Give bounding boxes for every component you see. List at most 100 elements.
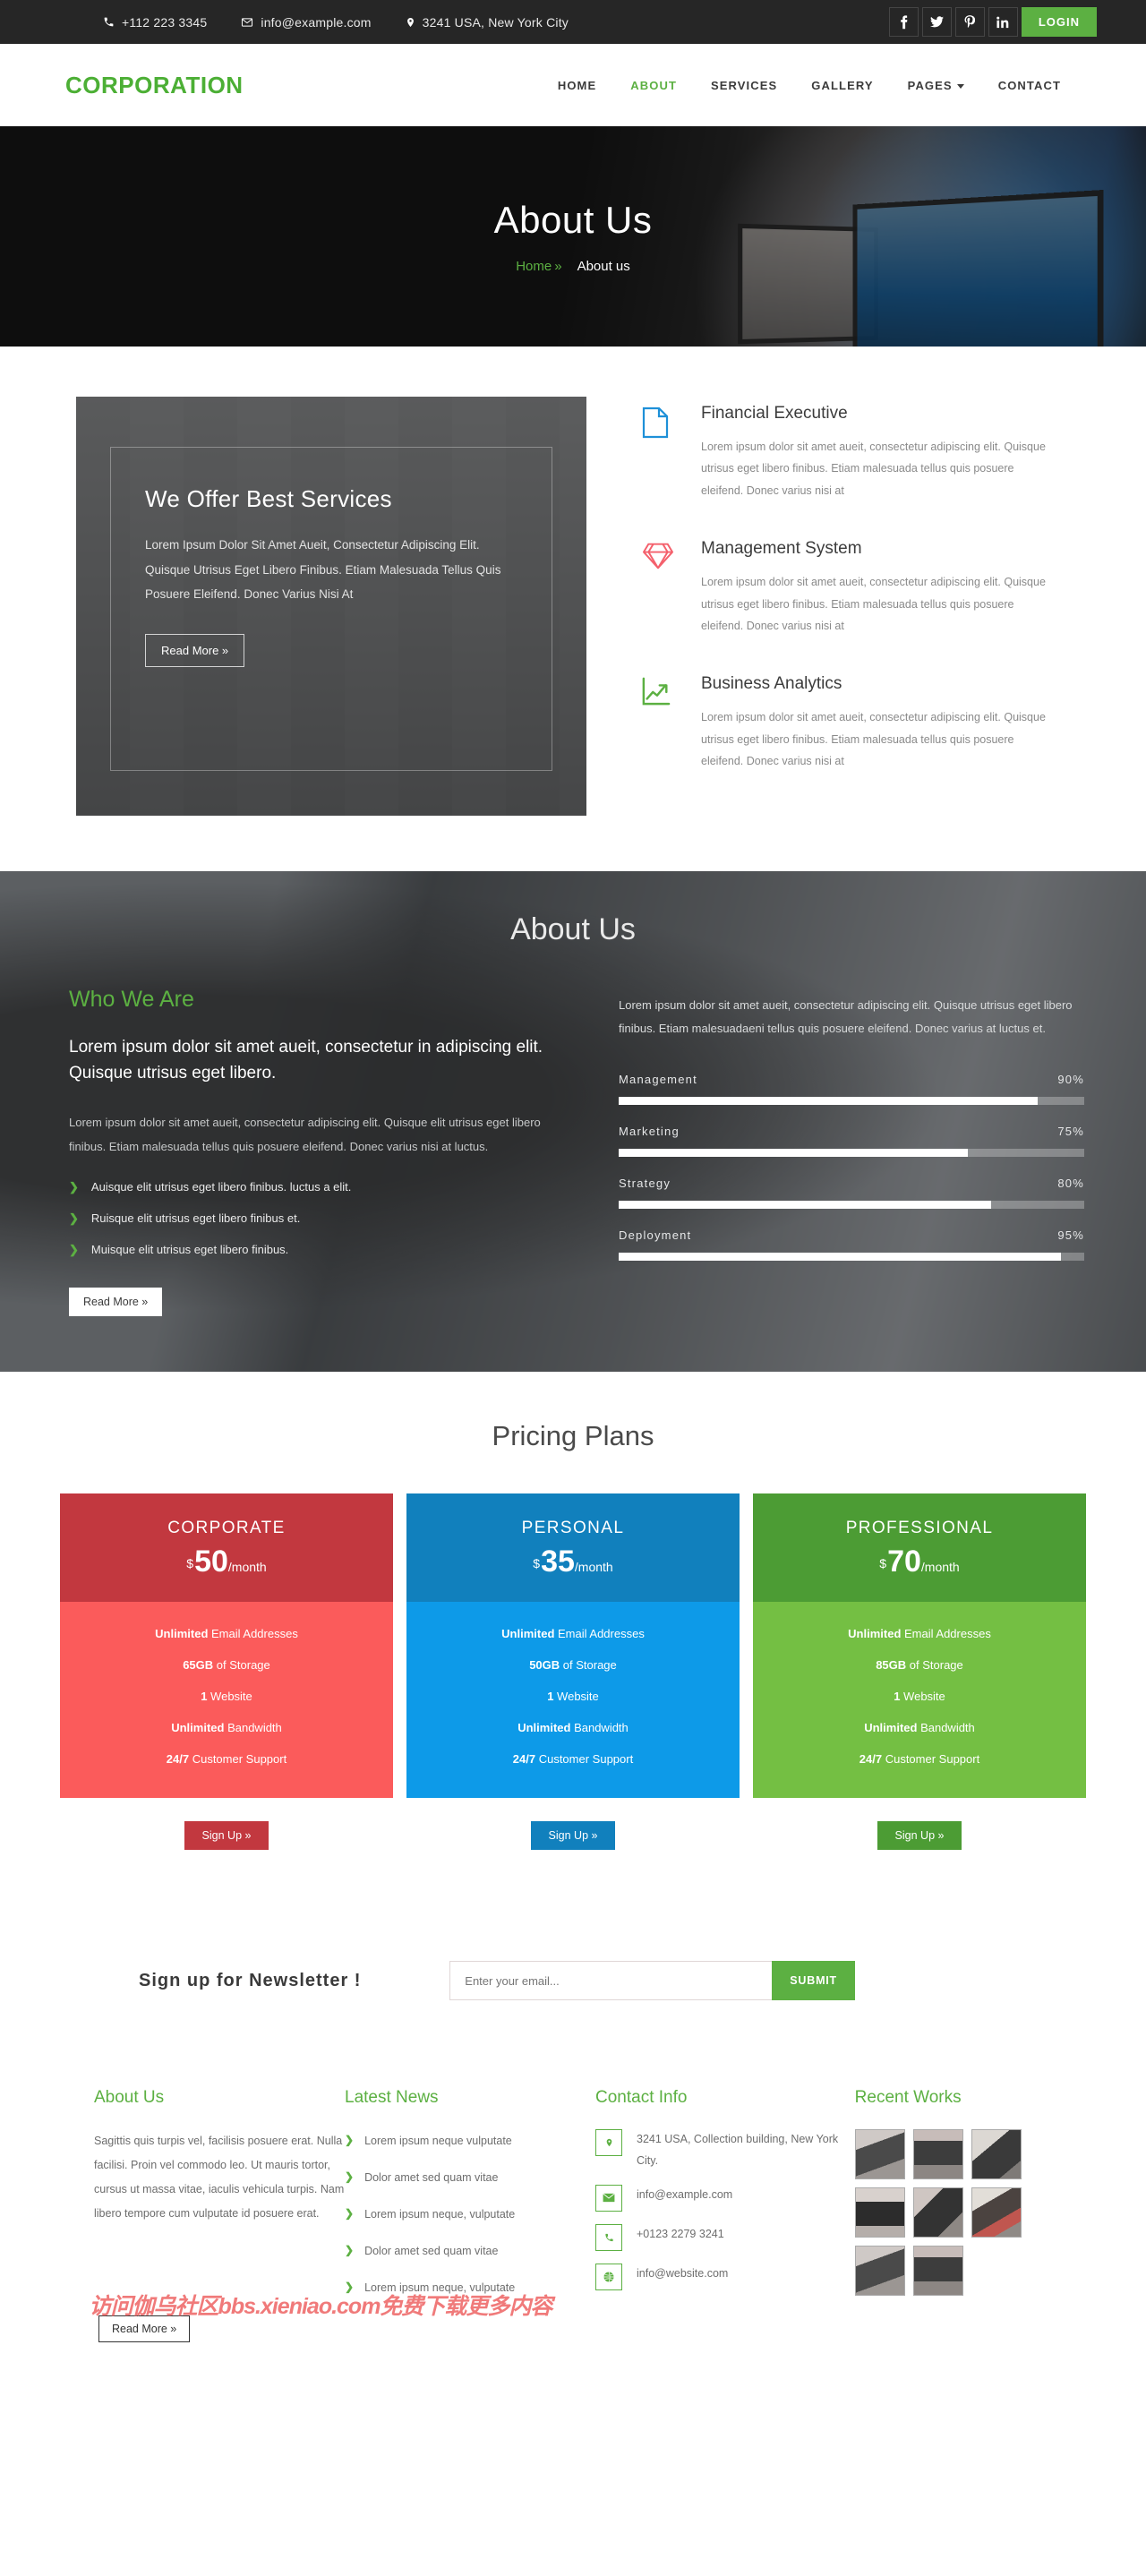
plan-signup-button[interactable]: Sign Up » — [877, 1821, 962, 1851]
newsletter-email-input[interactable] — [449, 1961, 773, 2001]
breadcrumb-separator: » — [554, 259, 562, 274]
social-facebook-icon[interactable] — [888, 7, 919, 37]
recent-work-thumb[interactable] — [854, 2246, 905, 2297]
newsletter-submit-button[interactable]: SUBMIT — [772, 1961, 855, 2001]
plan-currency: $ — [186, 1555, 194, 1570]
about-read-more-button[interactable]: Read More » — [69, 1288, 163, 1317]
hero-monitor-secondary — [742, 228, 875, 339]
skill-bar-strategy: Strategy 80% — [619, 1177, 1084, 1209]
progress-track — [619, 1097, 1084, 1105]
about-check-item: ❯ Ruisque elit utrisus eget libero finib… — [69, 1211, 570, 1226]
topbar-address: 3241 USA, New York City — [406, 15, 569, 30]
footer-news-text: Dolor amet sed quam vitae — [364, 2244, 499, 2257]
nav-menu: HOME ABOUT SERVICES GALLERY PAGES CONTAC… — [558, 79, 1061, 92]
recent-work-thumb[interactable] — [912, 2129, 963, 2180]
footer-contact-text: +0123 2279 3241 — [637, 2227, 724, 2240]
plan-header: CORPORATE $50/month — [60, 1493, 393, 1603]
social-twitter-icon[interactable] — [921, 7, 952, 37]
footer-news-column: Latest News ❯ Lorem ipsum neque vulputate… — [345, 2088, 595, 2312]
footer-news-item[interactable]: ❯ Lorem ipsum neque, vulputate — [345, 2276, 595, 2300]
topbar-address-text: 3241 USA, New York City — [422, 14, 569, 30]
page-hero: About Us Home» About us — [0, 126, 1146, 347]
footer-news-item[interactable]: ❯ Lorem ipsum neque, vulputate — [345, 2203, 595, 2227]
recent-work-thumb[interactable] — [971, 2129, 1022, 2180]
footer-news-item[interactable]: ❯ Dolor amet sed quam vitae — [345, 2239, 595, 2264]
progress-track — [619, 1201, 1084, 1209]
chart-growth-icon — [642, 674, 680, 772]
nav-item-about[interactable]: ABOUT — [630, 79, 677, 92]
recent-work-thumb[interactable] — [912, 2187, 963, 2238]
site-footer: About Us Sagittis quis turpis vel, facil… — [0, 2052, 1146, 2343]
newsletter-section: Sign up for Newsletter ! SUBMIT — [0, 1909, 1146, 2053]
progress-track — [619, 1149, 1084, 1157]
plan-feature: Unlimited Email Addresses — [848, 1627, 991, 1641]
nav-item-pages[interactable]: PAGES — [908, 79, 964, 92]
social-pinterest-icon[interactable] — [954, 7, 985, 37]
skill-value: 95% — [1057, 1228, 1084, 1242]
skill-label: Marketing — [619, 1125, 680, 1138]
footer-news-item[interactable]: ❯ Dolor amet sed quam vitae — [345, 2166, 595, 2190]
plan-price: $35/month — [406, 1544, 740, 1580]
feature-item-financial-executive: Financial Executive Lorem ipsum dolor si… — [642, 404, 1072, 501]
plan-signup-button[interactable]: Sign Up » — [184, 1821, 269, 1851]
map-pin-icon — [406, 16, 415, 29]
promo-read-more-button[interactable]: Read More » — [145, 634, 245, 668]
services-section: We Offer Best Services Lorem Ipsum Dolor… — [0, 347, 1146, 871]
breadcrumb-home[interactable]: Home — [516, 259, 552, 274]
hero-monitor-primary — [857, 195, 1098, 347]
nav-item-contact[interactable]: CONTACT — [998, 79, 1061, 92]
login-button[interactable]: LOGIN — [1021, 7, 1097, 37]
promo-card: We Offer Best Services Lorem Ipsum Dolor… — [76, 397, 586, 816]
main-navbar: CORPORATION HOME ABOUT SERVICES GALLERY … — [0, 44, 1146, 126]
pricing-plan-corporate: CORPORATE $50/month Unlimited Email Addr… — [60, 1493, 393, 1851]
site-logo[interactable]: CORPORATION — [65, 72, 244, 99]
recent-work-thumb[interactable] — [854, 2129, 905, 2180]
plan-feature: 85GB of Storage — [876, 1658, 963, 1673]
nav-item-gallery[interactable]: GALLERY — [811, 79, 873, 92]
skills-panel: Lorem ipsum dolor sit amet aueit, consec… — [619, 987, 1084, 1316]
chevron-right-icon: ❯ — [69, 1211, 79, 1226]
footer-contact-column: Contact Info 3241 USA, Collection buildi… — [595, 2088, 855, 2312]
footer-contact-email: info@example.com — [595, 2184, 855, 2212]
about-check-text: Auisque elit utrisus eget libero finibus… — [90, 1180, 352, 1194]
progress-fill — [619, 1253, 1061, 1261]
plan-feature: Unlimited Bandwidth — [864, 1721, 975, 1735]
promo-body: Lorem Ipsum Dolor Sit Amet Aueit, Consec… — [145, 538, 501, 602]
newsletter-title: Sign up for Newsletter ! — [139, 1970, 362, 1990]
progress-fill — [619, 1201, 991, 1209]
feature-title: Management System — [701, 539, 862, 559]
footer-about-body: Sagittis quis turpis vel, facilisis posu… — [94, 2135, 345, 2220]
plan-feature: 65GB of Storage — [183, 1658, 270, 1673]
plan-feature: 1 Website — [894, 1690, 945, 1704]
footer-read-more-button[interactable]: Read More » — [98, 2315, 191, 2343]
footer-news-item[interactable]: ❯ Lorem ipsum neque vulputate — [345, 2129, 595, 2153]
social-linkedin-icon[interactable] — [988, 7, 1018, 37]
footer-contact-text: info@example.com — [637, 2187, 733, 2201]
top-contact-bar: +112 223 3345 info@example.com 3241 USA,… — [0, 0, 1146, 44]
footer-works-column: Recent Works — [854, 2088, 1097, 2312]
footer-about-title: About Us — [94, 2088, 165, 2108]
recent-work-thumb[interactable] — [971, 2187, 1022, 2238]
plan-feature: 24/7 Customer Support — [512, 1752, 634, 1767]
plan-price: $70/month — [753, 1544, 1086, 1580]
plan-period: /month — [227, 1560, 267, 1575]
plan-currency: $ — [879, 1555, 887, 1570]
chevron-right-icon: ❯ — [69, 1242, 79, 1256]
plan-amount: 35 — [541, 1545, 575, 1579]
nav-item-home[interactable]: HOME — [558, 79, 596, 92]
document-icon — [642, 404, 680, 501]
pricing-plans: CORPORATE $50/month Unlimited Email Addr… — [49, 1493, 1097, 1851]
about-heading: About Us — [510, 912, 636, 946]
plan-signup-button[interactable]: Sign Up » — [530, 1821, 616, 1851]
topbar-phone-text: +112 223 3345 — [122, 14, 208, 30]
recent-work-thumb[interactable] — [854, 2187, 905, 2238]
recent-work-thumb[interactable] — [912, 2246, 963, 2297]
chevron-right-icon: ❯ — [345, 2280, 355, 2293]
feature-body: Lorem ipsum dolor sit amet aueit, consec… — [701, 441, 1046, 497]
plan-header: PERSONAL $35/month — [406, 1493, 740, 1603]
pricing-plan-personal: PERSONAL $35/month Unlimited Email Addre… — [406, 1493, 740, 1851]
topbar-email-text: info@example.com — [261, 14, 372, 30]
plan-period: /month — [574, 1560, 613, 1575]
nav-item-services[interactable]: SERVICES — [711, 79, 777, 92]
about-check-item: ❯ Muisque elit utrisus eget libero finib… — [69, 1243, 570, 1257]
